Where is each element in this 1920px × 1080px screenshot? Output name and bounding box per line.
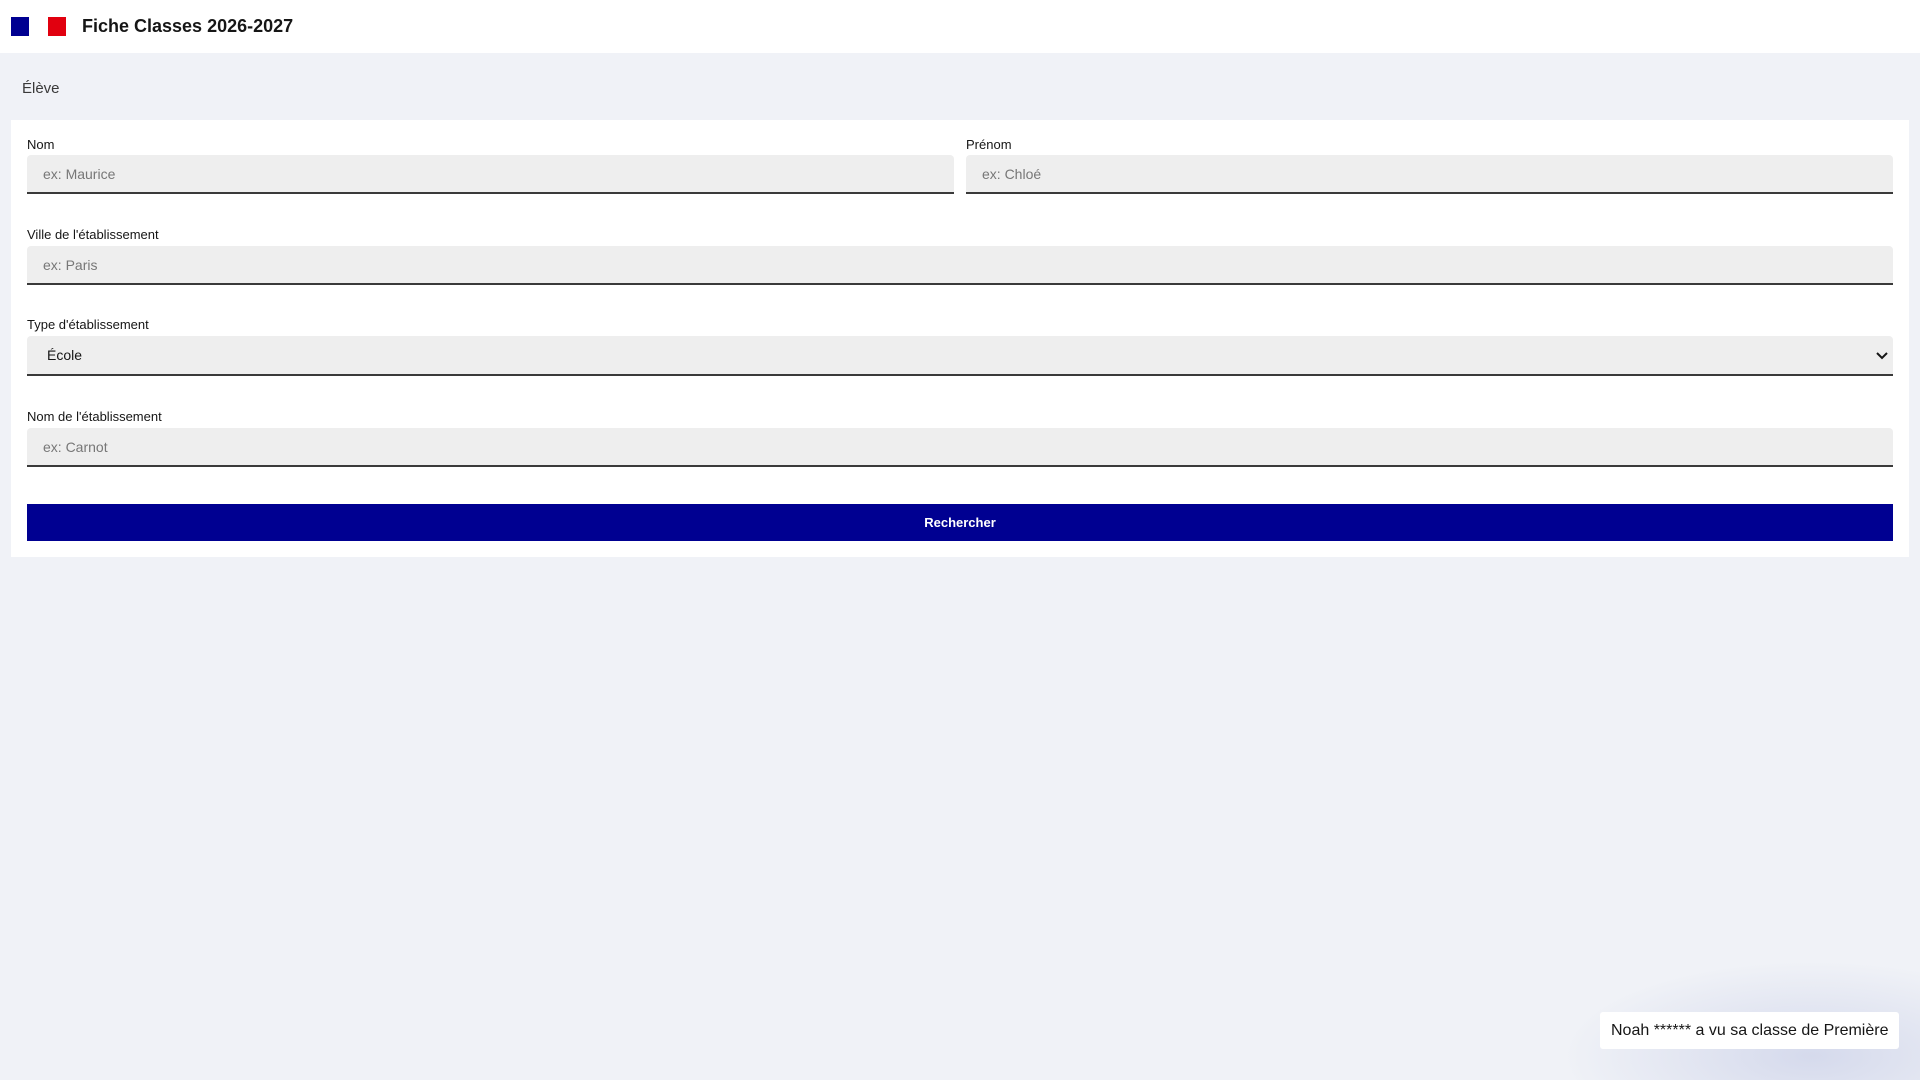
flag-red-square [48,17,66,36]
nom-input[interactable] [27,155,954,194]
etablissement-input[interactable] [27,428,1893,467]
search-button[interactable]: Rechercher [27,504,1893,541]
page-title: Fiche Classes 2026-2027 [82,16,294,36]
flag-blue-square [11,17,29,36]
section-label-eleve: Élève [22,80,60,97]
ville-input[interactable] [27,246,1893,285]
prenom-input[interactable] [966,155,1893,194]
search-form-card: Nom Prénom Ville de l'établissement Type… [11,120,1909,557]
chevron-down-icon [1876,352,1888,360]
app-header: Fiche Classes 2026-2027 [0,0,1920,53]
ville-label: Ville de l'établissement [27,227,159,242]
etablissement-label: Nom de l'établissement [27,409,162,424]
notification-toast: Noah ****** a vu sa classe de Première [1600,1012,1900,1049]
nom-label: Nom [27,137,55,152]
type-select-value: École [47,347,83,363]
type-select[interactable]: École [27,336,1893,376]
prenom-label: Prénom [966,137,1012,152]
type-label: Type d'établissement [27,317,149,332]
